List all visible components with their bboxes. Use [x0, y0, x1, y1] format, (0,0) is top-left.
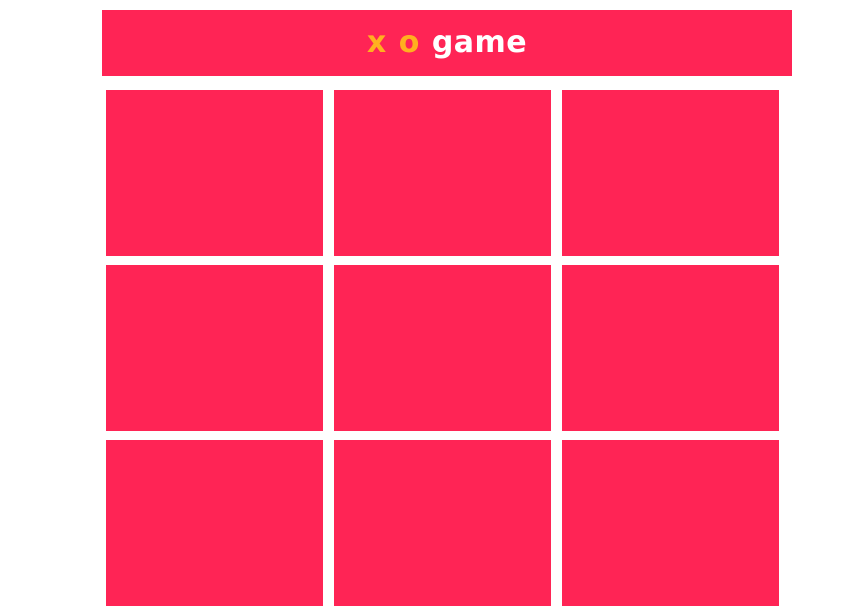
board-cell-4[interactable] — [106, 265, 323, 431]
board-cell-3[interactable] — [562, 90, 779, 256]
board-cell-1[interactable] — [106, 90, 323, 256]
board-cell-2[interactable] — [334, 90, 551, 256]
title-o: o — [398, 25, 420, 60]
board-cell-5[interactable] — [334, 265, 551, 431]
board-cell-7[interactable] — [106, 440, 323, 606]
game-board — [106, 90, 779, 606]
board-cell-8[interactable] — [334, 440, 551, 606]
title-bar: x o game — [102, 10, 792, 76]
title-x: x — [366, 25, 387, 60]
game-screen: x o game — [0, 0, 868, 612]
title-game: game — [431, 25, 528, 60]
board-cell-9[interactable] — [562, 440, 779, 606]
board-cell-6[interactable] — [562, 265, 779, 431]
